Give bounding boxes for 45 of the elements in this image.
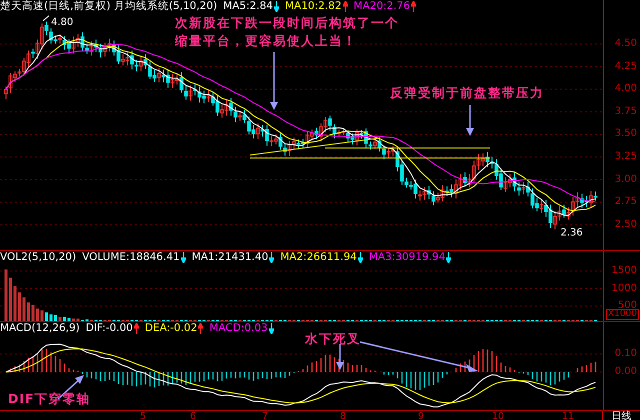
chart-title: 楚天高速(日线,前复权) 月均线系统(5,10,20) xyxy=(0,0,218,13)
pointer-arrow xyxy=(466,105,474,136)
annotation-text: 次新股在下跌一段时间后构筑了一个缩量平台，更容易使人上当！ xyxy=(175,14,400,50)
indicator-value: MA20:2.76 xyxy=(354,0,410,13)
period-label: 日线 xyxy=(602,411,640,420)
indicator-value: MA2:26611.94 xyxy=(280,251,357,264)
axis-label: 500 xyxy=(618,301,637,311)
indicator-value: MA10:2.82 xyxy=(284,0,342,13)
indicator-value: MA5:2.84 xyxy=(223,0,273,13)
high-price-label: 4.80 xyxy=(51,17,74,28)
axis-label: 0.00 xyxy=(614,367,637,377)
axis-label: 0.10 xyxy=(614,349,637,359)
month-label: 11 xyxy=(562,411,574,420)
axis-label: 2.75 xyxy=(614,197,637,208)
month-label: 9 xyxy=(418,411,424,420)
axis-label: 4.00 xyxy=(614,84,637,94)
month-label: 6 xyxy=(190,411,196,420)
indicator-value: MACD:0.03 xyxy=(209,322,268,335)
pointer-arrow xyxy=(336,344,344,370)
pointer-arrow xyxy=(270,52,278,110)
axis-label: 1000 xyxy=(612,284,637,294)
indicator-value: MA1:21431.40 xyxy=(192,251,268,264)
panel-title: MACD(12,26,9) xyxy=(0,322,80,335)
axis-label: 2.50 xyxy=(614,220,637,230)
axis-label: 4.25 xyxy=(614,62,637,72)
panel-title: VOL2(5,10,20) xyxy=(0,251,76,264)
month-label: 8 xyxy=(340,411,346,420)
high-marker-icon xyxy=(42,15,50,22)
axis-label: 3.50 xyxy=(614,129,637,140)
annotation-text: DIF下穿零轴 xyxy=(8,390,91,408)
indicator-value: VOLUME:18846.41 xyxy=(82,251,180,264)
axis-label: 1500 xyxy=(612,266,637,276)
axis-label: 4.50 xyxy=(614,39,637,49)
indicator-value: MA3:30919.94 xyxy=(368,251,446,264)
month-label: 10 xyxy=(492,411,504,420)
indicator-value: DEA:-0.02 xyxy=(144,322,198,335)
axis-label: 3.75 xyxy=(614,106,637,117)
annotation-text: 反弹受制于前盘整带压力 xyxy=(390,84,544,102)
month-label: 5 xyxy=(140,411,146,420)
month-label: 7 xyxy=(262,411,268,420)
low-price-label: 2.36 xyxy=(560,228,583,239)
annotation-text: 水下死叉 xyxy=(305,330,361,348)
axis-label: 3.25 xyxy=(614,152,637,162)
indicator-value: DIF:-0.00 xyxy=(86,322,133,335)
axis-label: 3.00 xyxy=(614,174,637,185)
